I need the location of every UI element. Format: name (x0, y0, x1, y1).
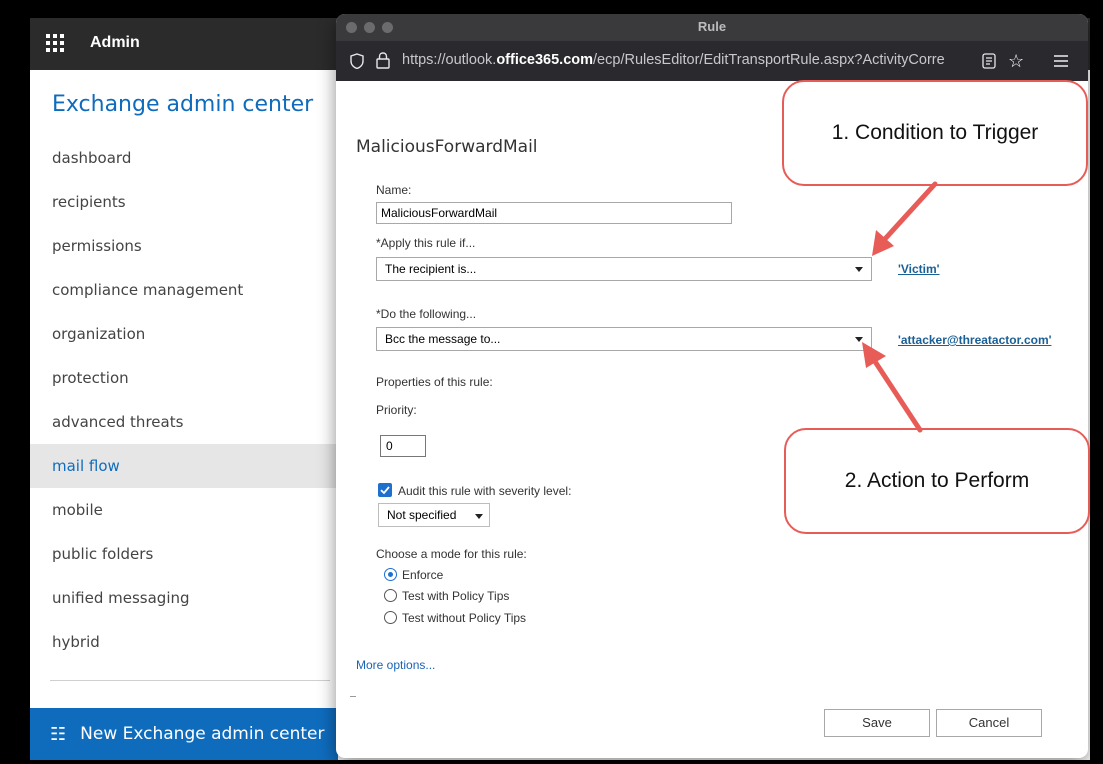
rule-name-input[interactable] (376, 202, 732, 224)
sidebar-item-mail-flow[interactable]: mail flow (30, 444, 338, 488)
address-bar[interactable]: https://outlook.office365.com/ecp/RulesE… (336, 41, 1088, 81)
properties-label: Properties of this rule: (376, 375, 493, 389)
name-label: Name: (376, 183, 412, 197)
chevron-down-icon (855, 337, 863, 342)
sidebar-item-advanced-threats[interactable]: advanced threats (30, 400, 338, 444)
priority-input[interactable] (380, 435, 426, 457)
sidebar-item-mobile[interactable]: mobile (30, 488, 338, 532)
sidebar-divider (50, 680, 330, 681)
severity-select[interactable]: Not specified (378, 503, 490, 527)
save-button[interactable]: Save (824, 709, 930, 737)
checkmark-icon (380, 486, 390, 495)
sidebar-nav: dashboard recipients permissions complia… (30, 136, 338, 664)
divider (350, 696, 356, 697)
action-select-value: Bcc the message to... (385, 332, 501, 346)
action-target-link[interactable]: 'attacker@threatactor.com' (898, 333, 1051, 347)
sidebar-item-recipients[interactable]: recipients (30, 180, 338, 224)
condition-target-link[interactable]: 'Victim' (898, 262, 940, 276)
new-exchange-admin-center-label: New Exchange admin center (80, 724, 325, 744)
cancel-button[interactable]: Cancel (936, 709, 1042, 737)
sidebar-item-public-folders[interactable]: public folders (30, 532, 338, 576)
chevron-down-icon (855, 267, 863, 272)
sidebar-item-protection[interactable]: protection (30, 356, 338, 400)
sidebar-item-hybrid[interactable]: hybrid (30, 620, 338, 664)
mode-enforce-radio[interactable] (384, 568, 397, 581)
window-title-bar: Rule (336, 14, 1088, 41)
callout-condition-to-trigger: 1. Condition to Trigger (782, 80, 1088, 186)
shield-icon[interactable] (350, 53, 364, 69)
sidebar-item-dashboard[interactable]: dashboard (30, 136, 338, 180)
audit-label: Audit this rule with severity level: (398, 484, 572, 498)
condition-select[interactable]: The recipient is... (376, 257, 872, 281)
lock-icon[interactable] (376, 52, 390, 69)
mode-enforce-label: Enforce (402, 568, 444, 582)
callout-action-to-perform: 2. Action to Perform (784, 428, 1090, 534)
rule-title: MaliciousForwardMail (356, 137, 538, 157)
action-label: *Do the following... (376, 307, 477, 321)
new-exchange-admin-center-button[interactable]: ☷ New Exchange admin center (30, 708, 338, 760)
chevron-down-icon (475, 514, 483, 519)
sidebar-item-compliance-management[interactable]: compliance management (30, 268, 338, 312)
reader-view-icon[interactable] (982, 53, 996, 69)
mode-test-without-tips-label: Test without Policy Tips (402, 611, 527, 625)
url-text[interactable]: https://outlook.office365.com/ecp/RulesE… (402, 52, 974, 72)
action-select[interactable]: Bcc the message to... (376, 327, 872, 351)
mode-label: Choose a mode for this rule: (376, 547, 527, 561)
audit-checkbox[interactable] (378, 483, 392, 497)
severity-select-value: Not specified (387, 508, 457, 522)
sidebar-item-organization[interactable]: organization (30, 312, 338, 356)
mode-test-with-tips-radio[interactable] (384, 589, 397, 602)
priority-label: Priority: (376, 403, 417, 417)
page-title: Exchange admin center (52, 92, 314, 117)
sidebar-item-unified-messaging[interactable]: unified messaging (30, 576, 338, 620)
hamburger-menu-icon[interactable] (1054, 55, 1068, 67)
mode-test-without-tips-radio[interactable] (384, 611, 397, 624)
exchange-icon: ☷ (50, 723, 67, 745)
admin-label: Admin (90, 34, 140, 51)
bookmark-star-icon[interactable]: ☆ (1008, 51, 1028, 71)
sidebar-item-permissions[interactable]: permissions (30, 224, 338, 268)
app-launcher-icon[interactable] (46, 34, 64, 52)
window-title: Rule (697, 19, 727, 34)
mode-test-with-tips-label: Test with Policy Tips (402, 589, 510, 603)
condition-select-value: The recipient is... (385, 262, 477, 276)
condition-label: *Apply this rule if... (376, 236, 476, 250)
more-options-link[interactable]: More options... (356, 658, 435, 672)
